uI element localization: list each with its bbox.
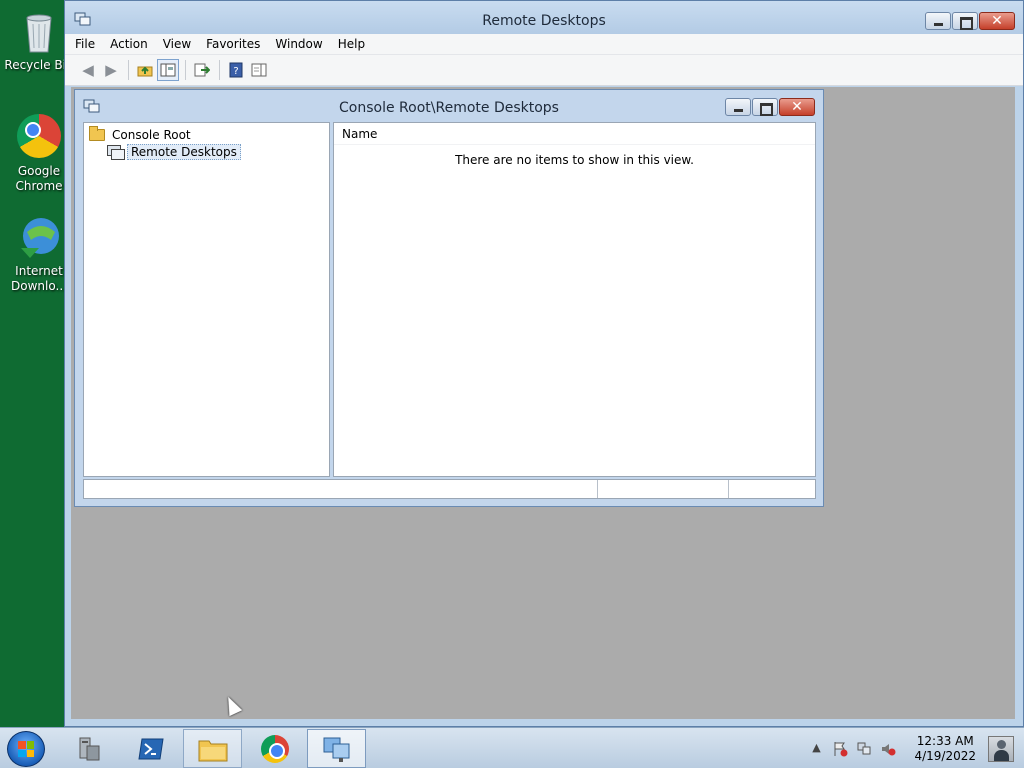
server-manager-icon [79, 737, 99, 760]
arrow-left-icon: ◀ [82, 61, 94, 79]
menu-help[interactable]: Help [338, 37, 365, 51]
chrome-icon [15, 114, 63, 162]
action-pane-icon [251, 63, 267, 77]
arrow-right-icon: ▶ [105, 61, 117, 79]
powershell-icon [137, 738, 164, 759]
menu-file[interactable]: File [75, 37, 95, 51]
toolbar-separator [219, 60, 220, 80]
remote-desktops-icon [107, 144, 125, 160]
mdi-client-area: Console Root\Remote Desktops ✕ Console R… [71, 87, 1015, 719]
folder-icon [198, 740, 227, 761]
status-bar [83, 479, 816, 499]
help-book-icon: ? [229, 62, 243, 78]
export-list-icon [194, 63, 210, 77]
system-tray: ▲ 12:33 AM 4/19/2022 [804, 728, 1024, 768]
volume-muted-icon[interactable] [880, 741, 896, 757]
tree-item-console-root[interactable]: Console Root [89, 125, 194, 143]
user-avatar-icon[interactable] [988, 735, 1014, 762]
action-center-flag-icon[interactable] [832, 741, 848, 757]
child-title-bar[interactable]: Console Root\Remote Desktops ✕ [75, 90, 823, 120]
toolbar-separator [128, 60, 129, 80]
minimize-button[interactable] [925, 12, 951, 30]
close-button[interactable]: ✕ [979, 12, 1015, 30]
back-button[interactable]: ◀ [77, 59, 99, 81]
export-list-button[interactable] [191, 59, 213, 81]
windows-logo-icon [18, 741, 34, 757]
status-cell-main [84, 480, 598, 498]
clock-date: 4/19/2022 [914, 748, 976, 763]
tree-item-label: Remote Desktops [127, 143, 241, 160]
help-button[interactable]: ? [225, 59, 247, 81]
child-window-title: Console Root\Remote Desktops [339, 100, 559, 116]
folder-up-icon [137, 66, 153, 77]
title-bar[interactable]: Remote Desktops ✕ [65, 1, 1023, 34]
svg-text:?: ? [233, 66, 238, 77]
menu-bar: File Action View Favorites Window Help [65, 34, 1023, 55]
taskbar-remote-desktops[interactable] [307, 729, 366, 768]
taskbar: ▲ 12:33 AM 4/19/2022 [0, 727, 1024, 768]
globe-download-icon [15, 214, 63, 262]
child-caption-buttons: ✕ [724, 98, 815, 116]
child-maximize-button[interactable] [752, 98, 778, 116]
child-minimize-button[interactable] [725, 98, 751, 116]
tree-item-label: Console Root [112, 127, 191, 142]
maximize-button[interactable] [952, 12, 978, 30]
window-title: Remote Desktops [482, 13, 606, 29]
empty-list-message: There are no items to show in this view. [455, 153, 694, 167]
remote-desktops-icon [323, 737, 349, 762]
toolbar: ◀ ▶ ? [65, 55, 1023, 86]
taskbar-google-chrome[interactable] [245, 729, 304, 768]
up-one-level-button[interactable] [134, 59, 156, 81]
menu-favorites[interactable]: Favorites [206, 37, 260, 51]
main-window: Remote Desktops ✕ File Action View Favor… [64, 0, 1024, 727]
clock-time: 12:33 AM [916, 733, 974, 748]
results-list-pane[interactable]: Name There are no items to show in this … [333, 122, 816, 477]
taskbar-powershell[interactable] [121, 729, 180, 768]
column-header-name[interactable]: Name [334, 123, 815, 145]
menu-window[interactable]: Window [275, 37, 322, 51]
caption-buttons: ✕ [924, 12, 1015, 30]
taskbar-file-explorer[interactable] [183, 729, 242, 768]
child-close-button[interactable]: ✕ [779, 98, 815, 116]
recycle-bin-icon [15, 8, 63, 56]
show-hide-action-pane-button[interactable] [248, 59, 270, 81]
console-child-window: Console Root\Remote Desktops ✕ Console R… [74, 89, 824, 507]
status-cell-resize-grip[interactable] [729, 480, 815, 498]
forward-button[interactable]: ▶ [100, 59, 122, 81]
start-button[interactable] [7, 731, 45, 767]
chrome-icon [260, 734, 289, 763]
taskbar-clock[interactable]: 12:33 AM 4/19/2022 [914, 734, 976, 764]
tree-item-remote-desktops[interactable]: Remote Desktops [107, 143, 241, 160]
menu-action[interactable]: Action [110, 37, 148, 51]
show-hide-console-tree-button[interactable] [157, 59, 179, 81]
status-cell-secondary [598, 480, 729, 498]
network-icon[interactable] [856, 741, 872, 757]
console-tree-pane[interactable]: Console Root Remote Desktops [83, 122, 330, 477]
console-tree-icon [160, 63, 176, 77]
show-hidden-icons-chevron-up-icon[interactable]: ▲ [808, 741, 824, 757]
toolbar-separator [185, 60, 186, 80]
menu-view[interactable]: View [163, 37, 191, 51]
folder-icon [89, 125, 105, 141]
taskbar-server-manager[interactable] [59, 729, 118, 768]
